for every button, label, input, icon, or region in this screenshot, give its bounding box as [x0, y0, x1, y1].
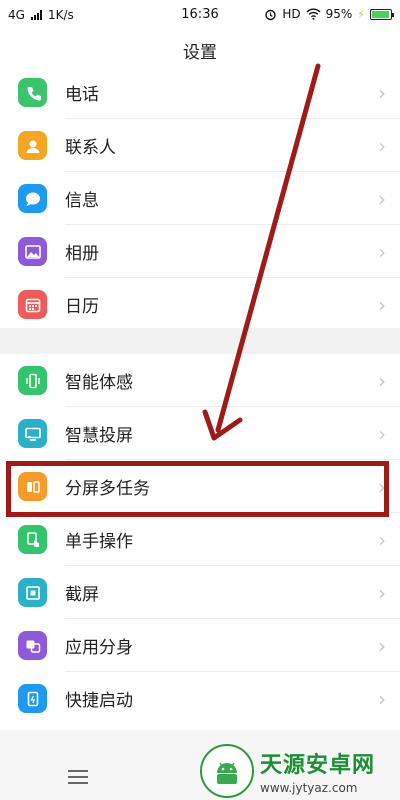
- settings-item-one-hand[interactable]: 单手操作 ›: [0, 513, 400, 566]
- motion-icon: [18, 366, 47, 395]
- app-clone-icon: [18, 631, 47, 660]
- settings-item-label: 应用分身: [65, 638, 133, 658]
- chevron-right-icon: ›: [378, 527, 386, 552]
- watermark-title: 天源安卓网: [260, 753, 376, 778]
- chevron-right-icon: ›: [378, 633, 386, 658]
- settings-item-label: 智慧投屏: [65, 426, 133, 446]
- settings-item-quick-launch[interactable]: 快捷启动 ›: [0, 672, 400, 725]
- chevron-right-icon: ›: [378, 186, 386, 211]
- chevron-right-icon: ›: [378, 580, 386, 605]
- watermark-logo: [200, 744, 254, 798]
- one-hand-icon: [18, 525, 47, 554]
- wifi-icon: [306, 8, 321, 20]
- settings-item-label: 截屏: [65, 585, 99, 605]
- settings-item-label: 电话: [65, 85, 99, 105]
- chevron-right-icon: ›: [378, 133, 386, 158]
- menu-icon[interactable]: [68, 770, 88, 784]
- screenshot-icon: [18, 578, 47, 607]
- screencast-icon: [18, 419, 47, 448]
- settings-item-screencast[interactable]: 智慧投屏 ›: [0, 407, 400, 460]
- settings-item-app-clone[interactable]: 应用分身 ›: [0, 619, 400, 672]
- watermark: 天源安卓网 www.jytyaz.com: [200, 742, 400, 800]
- settings-item-contacts[interactable]: 联系人 ›: [0, 119, 400, 172]
- status-bar: 4G 1K/s 16:36 HD 95% ⚡: [0, 0, 400, 30]
- chevron-right-icon: ›: [378, 80, 386, 105]
- alarm-icon: [265, 9, 277, 20]
- settings-item-calendar[interactable]: 日历 ›: [0, 278, 400, 331]
- chevron-right-icon: ›: [378, 239, 386, 264]
- battery-level: [372, 10, 389, 18]
- album-icon: [18, 237, 47, 266]
- status-right: HD 95% ⚡: [264, 7, 394, 21]
- chevron-right-icon: ›: [378, 292, 386, 317]
- phone-icon: [18, 78, 47, 107]
- contacts-icon: [18, 131, 47, 160]
- settings-group-features: 智能体感 › 智慧投屏 › 分屏多任务 › 单手操作 › 截屏 › 应用分身 › 快捷启动 ›: [0, 354, 400, 730]
- settings-item-label: 分屏多任务: [65, 479, 150, 499]
- battery-icon: [370, 8, 394, 20]
- settings-item-label: 快捷启动: [65, 691, 133, 711]
- calendar-icon: [18, 290, 47, 319]
- chevron-right-icon: ›: [378, 474, 386, 499]
- quick-launch-icon: [18, 684, 47, 713]
- message-icon: [18, 184, 47, 213]
- settings-item-motion[interactable]: 智能体感 ›: [0, 354, 400, 407]
- chevron-right-icon: ›: [378, 686, 386, 711]
- settings-item-message[interactable]: 信息 ›: [0, 172, 400, 225]
- settings-item-split-screen[interactable]: 分屏多任务 ›: [0, 460, 400, 513]
- split-screen-icon: [18, 472, 47, 501]
- settings-item-phone[interactable]: 电话 ›: [0, 66, 400, 119]
- chevron-right-icon: ›: [378, 421, 386, 446]
- chevron-right-icon: ›: [378, 368, 386, 393]
- settings-group-apps: 电话 › 联系人 › 信息 › 相册 › 日历 ›: [0, 66, 400, 328]
- page-title: 设置: [183, 43, 217, 63]
- android-icon: [217, 762, 237, 784]
- settings-item-screenshot[interactable]: 截屏 ›: [0, 566, 400, 619]
- settings-item-label: 相册: [65, 244, 99, 264]
- battery-percent: 95%: [325, 7, 353, 21]
- charging-icon: ⚡: [357, 7, 365, 21]
- settings-item-label: 联系人: [65, 138, 116, 158]
- settings-item-label: 单手操作: [65, 532, 133, 552]
- settings-item-label: 智能体感: [65, 373, 133, 393]
- settings-item-label: 日历: [65, 297, 99, 317]
- settings-item-label: 信息: [65, 191, 99, 211]
- hd-badge: HD: [282, 7, 301, 21]
- watermark-url: www.jytyaz.com: [260, 781, 358, 795]
- settings-item-album[interactable]: 相册 ›: [0, 225, 400, 278]
